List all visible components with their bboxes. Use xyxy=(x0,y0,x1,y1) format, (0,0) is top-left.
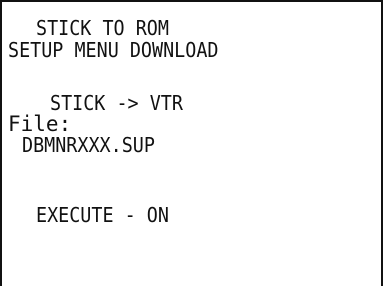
direction-label: STICK -> VTR xyxy=(50,91,183,115)
file-label: File: xyxy=(8,112,72,136)
file-name: DBMNRXXX.SUP xyxy=(22,133,155,157)
title-line-setup-menu-download: SETUP MENU DOWNLOAD xyxy=(8,38,219,62)
title-line-stick-to-rom: STICK TO ROM xyxy=(36,16,169,40)
execute-status: EXECUTE - ON xyxy=(36,203,169,227)
setup-menu-screen: STICK TO ROM SETUP MENU DOWNLOAD STICK -… xyxy=(0,0,383,286)
